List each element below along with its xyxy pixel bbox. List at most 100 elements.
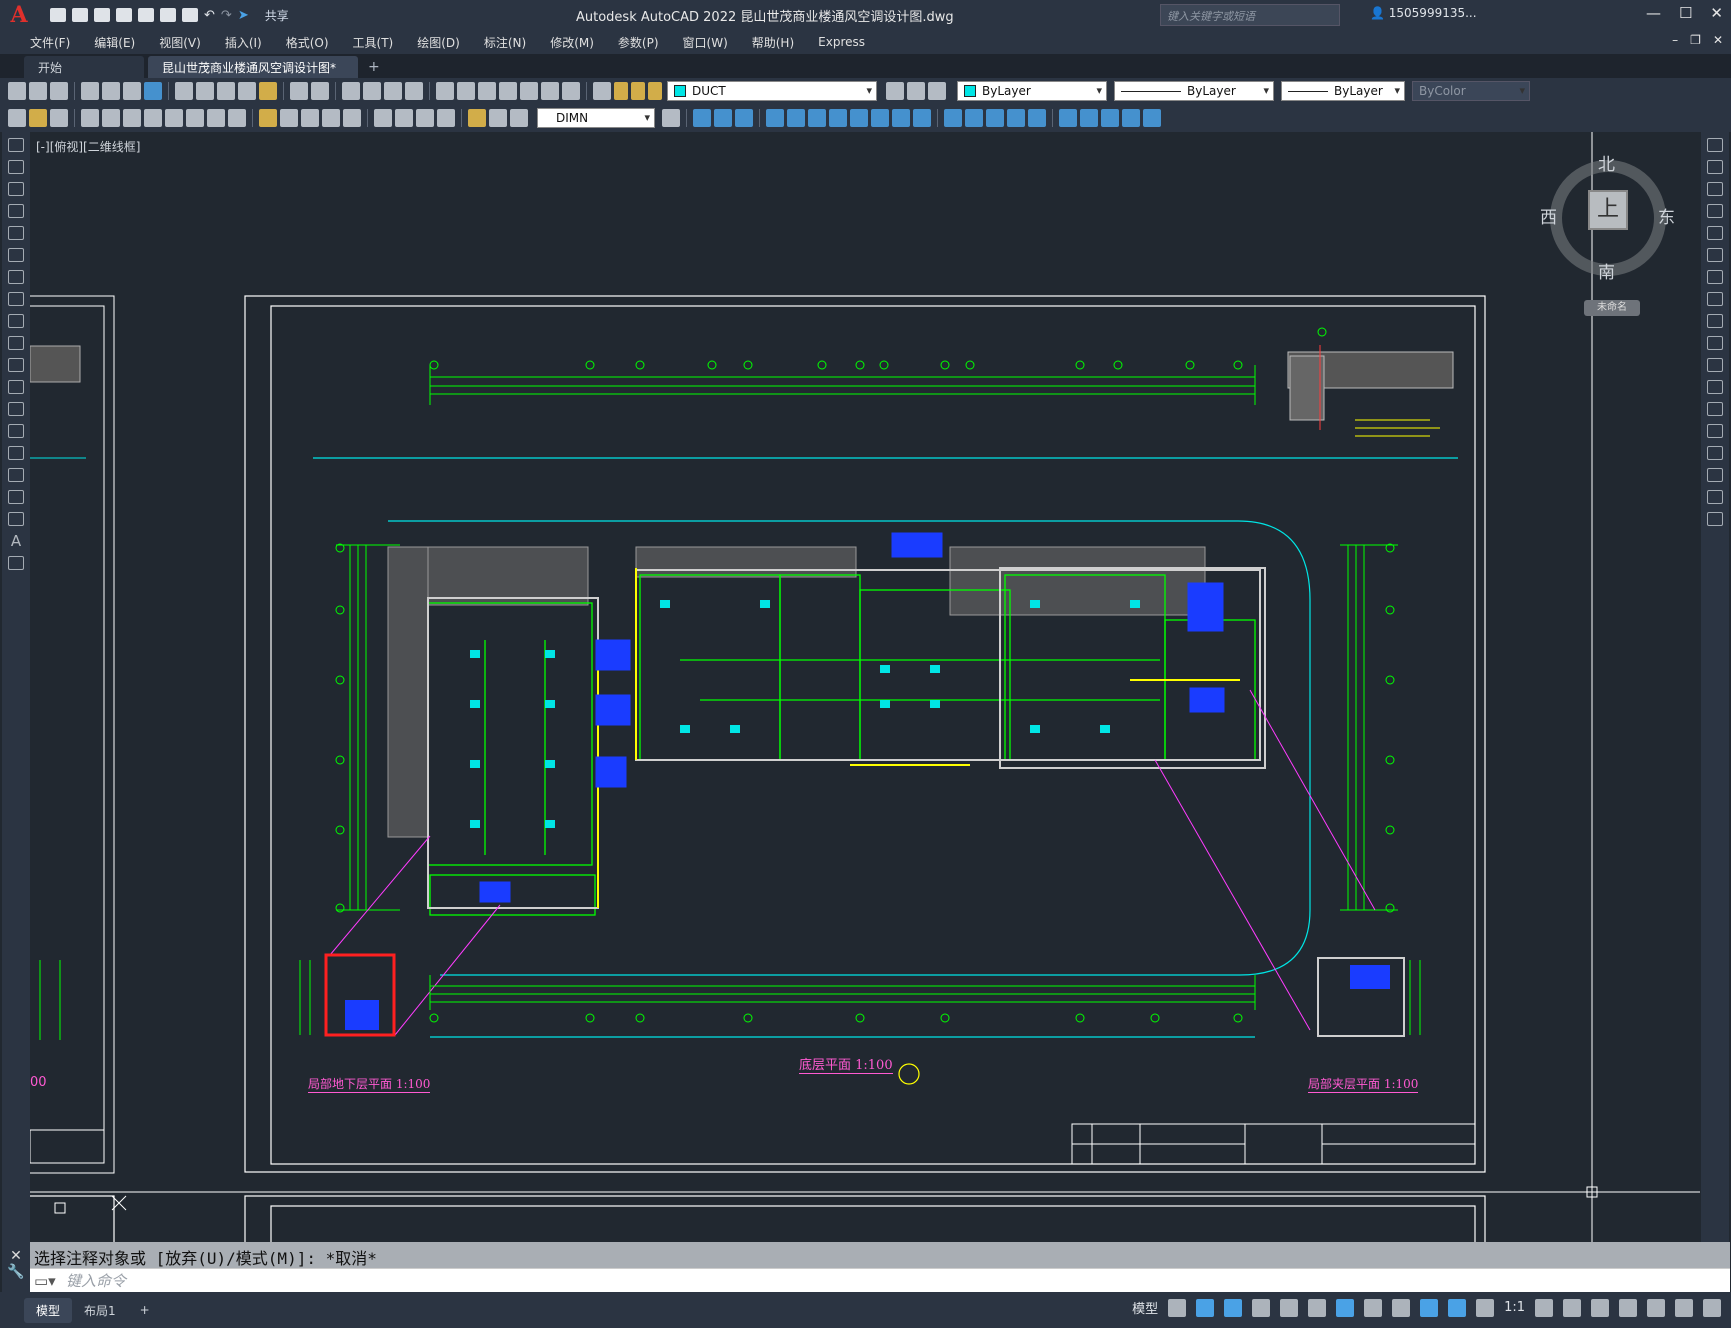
dim-break-icon[interactable] [343, 109, 361, 127]
fillet-tool-icon[interactable] [1707, 468, 1723, 482]
polar-icon[interactable] [1252, 1298, 1271, 1317]
viewcube-top-face[interactable]: 上 [1588, 190, 1628, 230]
redo-tool-icon[interactable] [311, 82, 329, 100]
3d-dwf-icon[interactable] [144, 82, 162, 100]
table-icon[interactable] [8, 512, 24, 526]
hatch-back-icon[interactable] [1143, 109, 1161, 127]
tab-layout1[interactable]: 布局1 [72, 1298, 128, 1323]
block-editor-icon[interactable] [259, 82, 277, 100]
isolate-objects-icon[interactable] [1647, 1298, 1665, 1317]
lineweight-icon[interactable] [1364, 1298, 1383, 1317]
layer-on-icon[interactable] [614, 82, 628, 100]
mirror-tool-icon[interactable] [1707, 182, 1723, 196]
command-prompt-icon[interactable]: ▭▾ [34, 1272, 56, 1290]
insert-block-icon[interactable] [8, 380, 24, 394]
rectangle-icon[interactable] [8, 226, 24, 240]
break-point-icon[interactable] [1707, 380, 1723, 394]
add-selected-icon[interactable] [8, 556, 24, 570]
markup-icon[interactable] [520, 82, 538, 100]
properties-icon[interactable] [436, 82, 454, 100]
menu-edit[interactable]: 编辑(E) [82, 34, 147, 51]
auto-scale-icon[interactable] [1448, 1298, 1467, 1317]
help-icon[interactable] [562, 82, 580, 100]
tab-model[interactable]: 模型 [24, 1297, 73, 1323]
jogged-dim-icon[interactable] [186, 109, 204, 127]
lineweight-dropdown[interactable]: ByLayer [1281, 81, 1405, 101]
stretch-tool-icon[interactable] [1707, 314, 1723, 328]
extend-icon[interactable] [913, 109, 931, 127]
close-command-icon[interactable]: ✕ [2, 1248, 30, 1264]
baseline-dim-icon[interactable] [280, 109, 298, 127]
spline-icon[interactable] [8, 314, 24, 328]
menu-window[interactable]: 窗口(W) [671, 34, 740, 51]
annotation-scale-value[interactable]: 1:1 [1504, 1300, 1525, 1315]
join-icon[interactable] [965, 109, 983, 127]
search-input[interactable]: 键入关键字或短语 [1160, 4, 1340, 26]
gradient-icon[interactable] [8, 468, 24, 482]
publish-icon[interactable] [123, 82, 141, 100]
snap-icon[interactable] [1196, 1298, 1215, 1317]
units-icon[interactable] [1591, 1298, 1609, 1317]
print-icon[interactable] [81, 82, 99, 100]
revision-cloud-icon[interactable] [8, 292, 24, 306]
make-current-layer-icon[interactable] [886, 82, 904, 100]
circle-icon[interactable] [8, 270, 24, 284]
doc-minimize-icon[interactable]: – [1672, 33, 1678, 47]
scale-tool-icon[interactable] [1707, 292, 1723, 306]
menu-format[interactable]: 格式(O) [274, 34, 341, 51]
inspection-icon[interactable] [416, 109, 434, 127]
redo-icon[interactable]: ↷ [221, 8, 232, 23]
ellipse-arc-icon[interactable] [8, 358, 24, 372]
sheet-set-icon[interactable] [499, 82, 517, 100]
move-tool-icon[interactable] [1707, 248, 1723, 262]
undo-icon[interactable]: ↶ [204, 8, 215, 23]
layer-thaw-icon[interactable] [631, 82, 645, 100]
linetype-dropdown[interactable]: ByLayer [1114, 81, 1274, 101]
send-back-icon[interactable] [1101, 109, 1119, 127]
chamfer-icon[interactable] [986, 109, 1004, 127]
trim-tool-icon[interactable] [1707, 336, 1723, 350]
viewcube[interactable]: 上 北 南 西 东 [1540, 150, 1676, 286]
layer-state-icon[interactable] [928, 82, 946, 100]
array-icon[interactable] [787, 109, 805, 127]
user-account[interactable]: 👤 1505999135... [1370, 6, 1477, 20]
tab-start[interactable]: 开始 [24, 56, 144, 78]
annotation-scale-icon[interactable] [1476, 1298, 1495, 1317]
array-tool-icon[interactable] [1707, 226, 1723, 240]
radius-dim-icon[interactable] [165, 109, 183, 127]
annotation-visibility-icon[interactable] [1420, 1298, 1439, 1317]
cut-icon[interactable] [175, 82, 193, 100]
design-center-icon[interactable] [457, 82, 475, 100]
plot-icon[interactable] [182, 8, 198, 22]
preview-icon[interactable] [102, 82, 120, 100]
quick-dimension-icon[interactable] [259, 109, 277, 127]
menu-insert[interactable]: 插入(I) [213, 34, 274, 51]
join-tool-icon[interactable] [1707, 424, 1723, 438]
aligned-dim-icon[interactable] [102, 109, 120, 127]
ellipse-icon[interactable] [8, 336, 24, 350]
viewport-controls[interactable]: [-][俯视][二维线框] [36, 138, 140, 155]
mirror-icon[interactable] [735, 109, 753, 127]
draw-order-icon[interactable] [1059, 109, 1077, 127]
calculator-icon[interactable] [541, 82, 559, 100]
share-button[interactable]: 共享 [265, 7, 289, 24]
match-properties-icon[interactable] [238, 82, 256, 100]
stretch-icon[interactable] [871, 109, 889, 127]
doc-close-icon[interactable]: ✕ [1713, 33, 1723, 47]
region-icon[interactable] [8, 490, 24, 504]
share-icon[interactable]: ➤ [238, 8, 249, 23]
maximize-icon[interactable]: ☐ [1679, 4, 1692, 22]
move-icon[interactable] [808, 109, 826, 127]
open-web-icon[interactable] [138, 8, 154, 22]
scale-icon[interactable] [850, 109, 868, 127]
text-front-icon[interactable] [1122, 109, 1140, 127]
grid-icon[interactable] [1168, 1298, 1187, 1317]
angular-dim-icon[interactable] [228, 109, 246, 127]
quick-properties-icon[interactable] [1619, 1298, 1637, 1317]
close-icon[interactable]: ✕ [1710, 4, 1723, 22]
object-snap-tracking-icon[interactable] [1308, 1298, 1327, 1317]
viewcube-west[interactable]: 西 [1540, 203, 1557, 228]
viewcube-east[interactable]: 东 [1658, 203, 1675, 228]
ucs-menu[interactable]: 未命名 [1584, 300, 1640, 316]
layer-dropdown[interactable]: DUCT [667, 81, 877, 101]
